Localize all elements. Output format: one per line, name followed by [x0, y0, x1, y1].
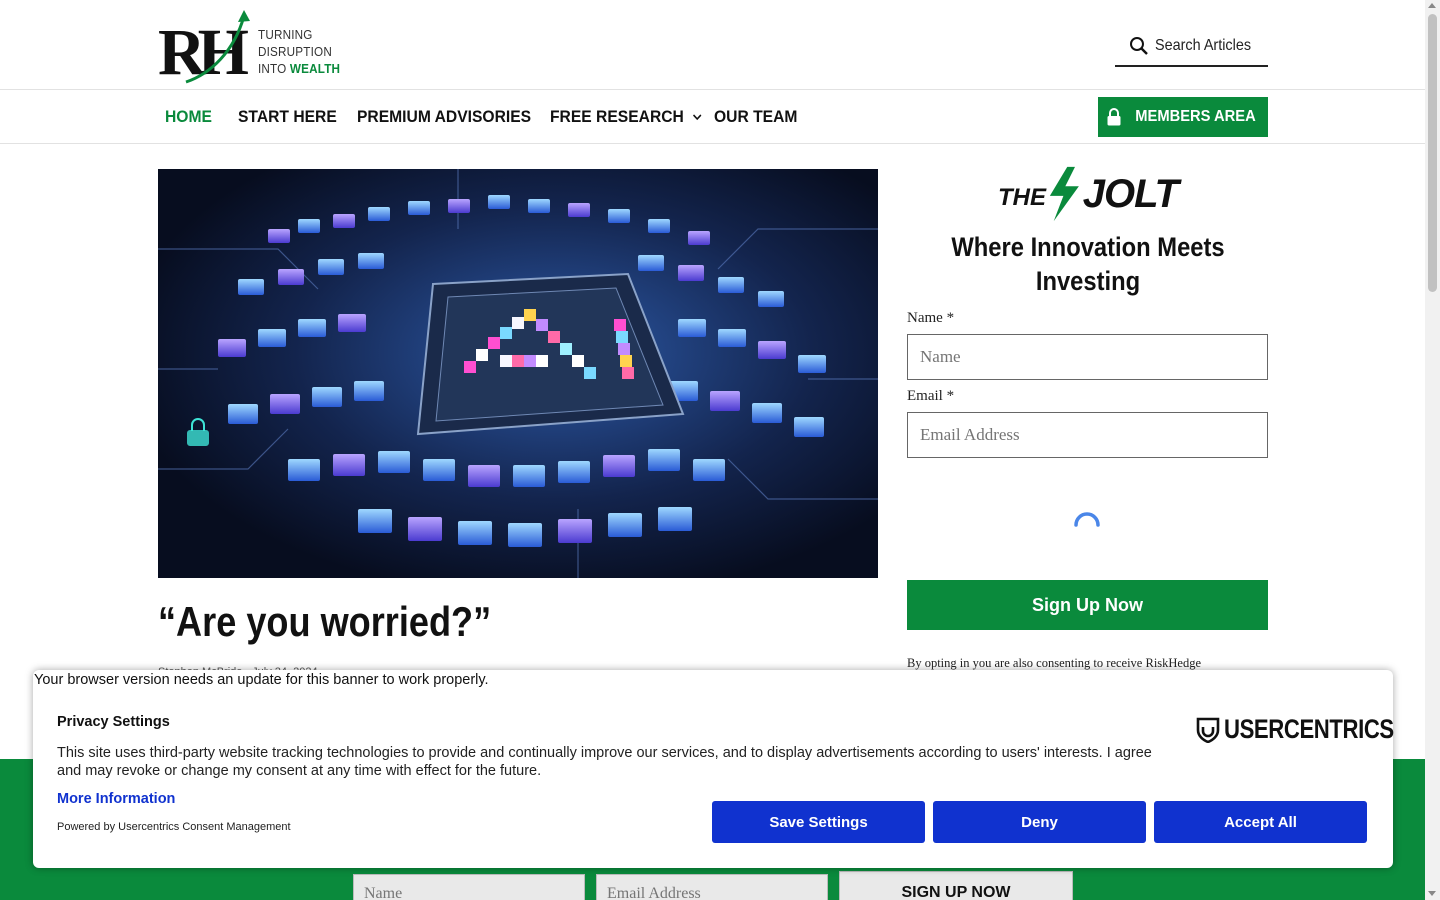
- privacy-settings-title: Privacy Settings: [57, 714, 170, 730]
- search-label: Search Articles: [1155, 37, 1252, 54]
- nav-free-research[interactable]: FREE RESEARCH: [550, 107, 703, 127]
- nav-home[interactable]: HOME: [165, 107, 212, 127]
- footer-name-input[interactable]: [353, 874, 585, 900]
- tagline-highlight: WEALTH: [290, 61, 341, 76]
- newsletter-tagline[interactable]: Where Innovation Meets Investing: [908, 230, 1268, 298]
- members-area-label: MEMBERS AREA: [1134, 108, 1256, 125]
- jolt-word: JOLT: [1082, 171, 1179, 216]
- email-input[interactable]: [907, 412, 1268, 458]
- scrollbar-thumb[interactable]: [1428, 14, 1437, 292]
- scroll-up-arrow-icon[interactable]: [1428, 3, 1436, 8]
- nav-start-here[interactable]: START HERE: [238, 107, 337, 127]
- logo-mark: RH: [158, 8, 253, 86]
- footer-email-input[interactable]: [596, 874, 828, 900]
- jolt-the: THE: [998, 184, 1046, 211]
- spinner-icon: [1074, 512, 1100, 527]
- browser-update-notice: Your browser version needs an update for…: [34, 672, 489, 688]
- usercentrics-logo: USERCENTRICS: [1196, 714, 1431, 745]
- email-label: Email *: [907, 388, 955, 404]
- privacy-description: This site uses third-party website track…: [57, 745, 1152, 779]
- lock-icon: [1107, 108, 1121, 126]
- logo-arrow-icon: [185, 10, 250, 84]
- nav-free-research-label: FREE RESEARCH: [550, 107, 684, 126]
- opt-in-note: By opting in you are also consenting to …: [907, 656, 1202, 670]
- nav-our-team[interactable]: OUR TEAM: [714, 107, 797, 127]
- tagline-prefix: INTO: [258, 61, 291, 76]
- members-area-button[interactable]: MEMBERS AREA: [1098, 97, 1268, 137]
- deny-button[interactable]: Deny: [933, 801, 1146, 843]
- tagline-line2: INTO WEALTH: [258, 60, 384, 77]
- site-logo[interactable]: RH TURNING DISRUPTION INTO WEALTH: [158, 6, 398, 86]
- site-header: RH TURNING DISRUPTION INTO WEALTH Search…: [0, 0, 1425, 90]
- page-scrollbar[interactable]: [1425, 0, 1440, 900]
- scroll-down-arrow-icon[interactable]: [1428, 891, 1436, 896]
- save-settings-button[interactable]: Save Settings: [712, 801, 925, 843]
- sign-up-now-button[interactable]: Sign Up Now: [907, 580, 1268, 630]
- search-articles-button[interactable]: Search Articles: [1115, 27, 1268, 67]
- main-nav: HOME START HERE PREMIUM ADVISORIES FREE …: [0, 91, 1425, 144]
- logo-tagline: TURNING DISRUPTION INTO WEALTH: [258, 26, 384, 77]
- name-label: Name *: [907, 310, 955, 326]
- tagline-line1: TURNING DISRUPTION: [258, 27, 333, 59]
- lightning-bolt-icon: [1049, 166, 1079, 222]
- privacy-consent-banner: Your browser version needs an update for…: [33, 670, 1394, 868]
- nav-premium-advisories[interactable]: PREMIUM ADVISORIES: [357, 107, 531, 127]
- name-input[interactable]: [907, 334, 1268, 380]
- shield-icon: [1196, 717, 1220, 743]
- search-icon: [1130, 37, 1148, 55]
- article-hero-image[interactable]: [158, 169, 878, 578]
- accept-all-button[interactable]: Accept All: [1154, 801, 1367, 843]
- article-headline[interactable]: “Are you worried?”: [158, 598, 491, 646]
- the-jolt-logo: THE JOLT: [998, 166, 1179, 222]
- more-information-link[interactable]: More Information: [57, 791, 175, 807]
- chevron-down-icon: [693, 114, 702, 121]
- footer-sign-up-button[interactable]: SIGN UP NOW: [839, 871, 1073, 900]
- ai-chip-illustration: [158, 169, 878, 578]
- powered-by-note: Powered by Usercentrics Consent Manageme…: [57, 821, 291, 833]
- newsletter-tagline-text: Where Innovation Meets Investing: [951, 232, 1225, 296]
- usercentrics-wordmark: USERCENTRICS: [1224, 714, 1394, 744]
